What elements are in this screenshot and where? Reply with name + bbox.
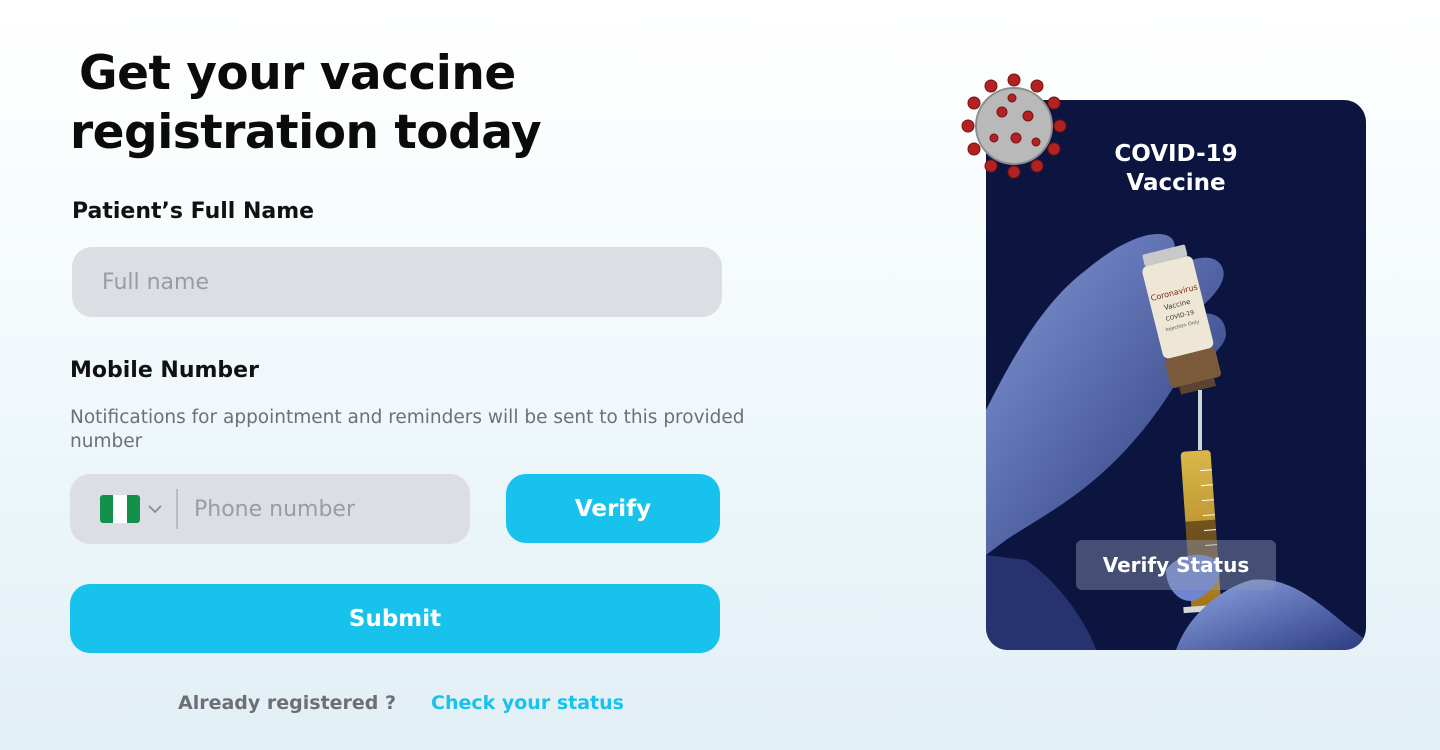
coronavirus-icon bbox=[961, 73, 1067, 179]
vaccine-card: Coronavirus Vaccine COVID-19 Injection O… bbox=[986, 100, 1366, 650]
phone-number-input[interactable] bbox=[194, 474, 470, 544]
verify-button[interactable]: Verify bbox=[506, 474, 720, 543]
country-code-selector[interactable] bbox=[100, 495, 170, 523]
mobile-number-label: Mobile Number bbox=[70, 358, 259, 383]
full-name-field-container bbox=[72, 247, 722, 317]
verify-status-button[interactable]: Verify Status bbox=[1076, 540, 1276, 590]
page-title: Get your vaccine registration today bbox=[70, 44, 690, 162]
mobile-helper-text: Notifications for appointment and remind… bbox=[70, 407, 745, 452]
full-name-input[interactable] bbox=[102, 247, 722, 317]
page-title-line-2: registration today bbox=[70, 105, 542, 160]
chevron-down-icon bbox=[140, 495, 170, 523]
check-status-link[interactable]: Check your status bbox=[431, 692, 624, 714]
phone-divider bbox=[176, 489, 178, 529]
already-registered-text: Already registered ? bbox=[178, 692, 397, 714]
submit-button[interactable]: Submit bbox=[70, 584, 720, 653]
page-title-line-1: Get your vaccine bbox=[79, 46, 516, 101]
full-name-label: Patient’s Full Name bbox=[72, 199, 315, 224]
phone-field-container bbox=[70, 474, 470, 544]
nigeria-flag-icon bbox=[100, 495, 140, 523]
